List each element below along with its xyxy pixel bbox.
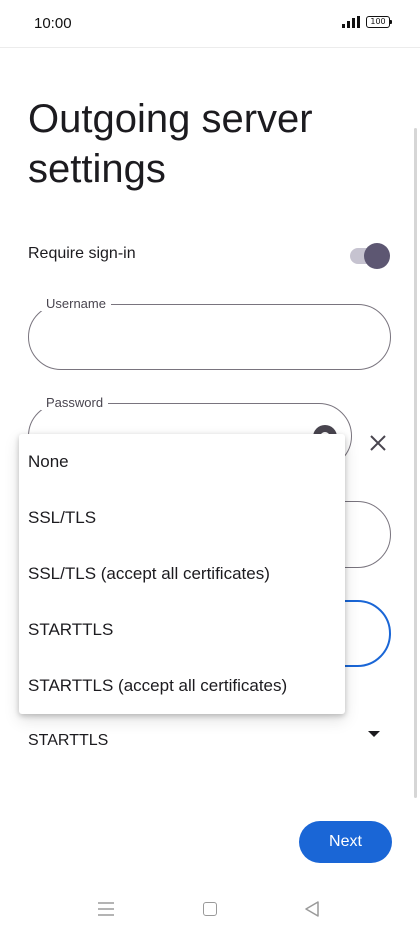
menu-item-starttls[interactable]: STARTTLS	[19, 602, 345, 658]
signal-icon	[342, 16, 360, 28]
username-field[interactable]: Username	[28, 296, 391, 370]
chevron-down-icon[interactable]	[368, 731, 380, 737]
next-button[interactable]: Next	[299, 821, 392, 863]
back-icon[interactable]	[305, 901, 319, 917]
page-title: Outgoing server settings	[28, 97, 313, 191]
password-label: Password	[41, 395, 109, 410]
require-signin-label: Require sign-in	[28, 245, 136, 262]
require-signin-toggle[interactable]	[350, 243, 390, 269]
home-icon[interactable]	[203, 902, 217, 916]
menu-item-none[interactable]: None	[19, 434, 345, 490]
security-select-value[interactable]: STARTTLS	[28, 732, 108, 750]
menu-item-ssl-tls-accept-all[interactable]: SSL/TLS (accept all certificates)	[19, 546, 345, 602]
security-options-menu: None SSL/TLS SSL/TLS (accept all certifi…	[19, 434, 345, 714]
status-bar: 10:00 100	[0, 0, 420, 48]
close-icon[interactable]	[368, 433, 388, 453]
status-time: 10:00	[34, 15, 72, 32]
battery-level: 100	[370, 17, 386, 26]
menu-item-starttls-accept-all[interactable]: STARTTLS (accept all certificates)	[19, 658, 345, 714]
username-label: Username	[41, 296, 111, 311]
toggle-thumb	[364, 243, 390, 269]
menu-item-ssl-tls[interactable]: SSL/TLS	[19, 490, 345, 546]
scrollbar[interactable]	[414, 128, 417, 798]
menu-icon[interactable]	[98, 902, 114, 916]
battery-icon: 100	[366, 16, 392, 28]
